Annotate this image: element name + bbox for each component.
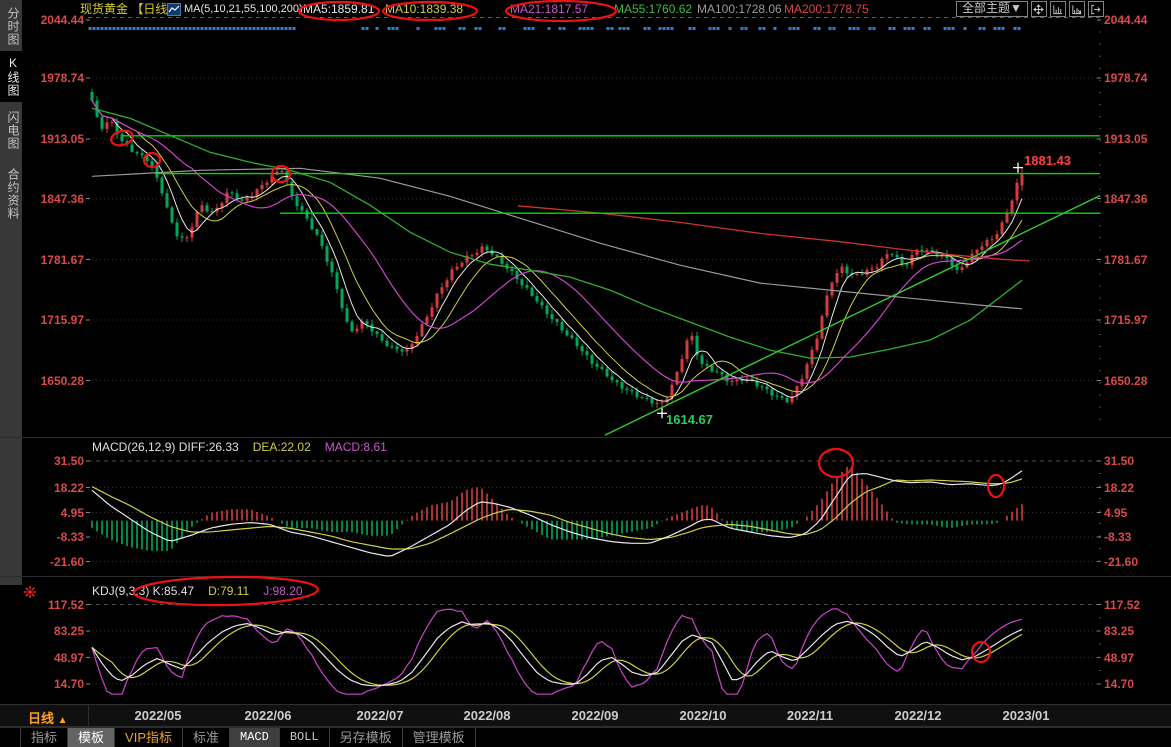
y-axis-label-left: 1781.67 [24,253,84,267]
y-axis-label-right: 1847.36 [1104,192,1168,206]
y-axis-label-right: 31.50 [1104,454,1168,468]
tab-save-as-template[interactable]: 另存模板 [330,728,403,747]
annotation-circle [819,449,853,477]
ma-value-1: MA10:1839.38 [385,0,463,18]
annotation-circle [144,153,160,167]
chart-export-icon[interactable] [1069,1,1085,17]
y-axis-label-right: -21.60 [1104,555,1168,569]
tab-manage-template[interactable]: 管理模板 [403,728,476,747]
date-label: 2022/10 [680,708,727,723]
y-axis-label-left: 31.50 [24,454,84,468]
annotation-circle [272,166,290,182]
exit-icon[interactable] [1088,1,1104,17]
y-axis-label-left: -8.33 [24,530,84,544]
chart-title: 现货黄金 【日线】 [80,0,179,18]
y-axis-label-left: 1650.28 [24,374,84,388]
high-price-label: 1881.43 [1024,153,1071,168]
y-axis-label-right: 117.52 [1104,598,1168,612]
y-axis-label-right: 83.25 [1104,624,1168,638]
ma-value-5: MA200:1778.75 [784,0,869,18]
y-axis-label-right: 14.70 [1104,677,1168,691]
y-axis-label-left: 1978.74 [24,71,84,85]
date-axis-row: 日线 ▲ 2022/05 2022/06 2022/07 2022/08 2022/09… [0,704,1171,727]
bottom-tab-bar: 指标模板VIP指标标准MACDBOLL另存模板管理模板 [0,727,1171,747]
chart-canvas[interactable] [0,0,1171,747]
candlestick-chart-icon [167,0,181,18]
y-axis-label-left: 1847.36 [24,192,84,206]
ma-settings-label: MA(5,10,21,55,100,200) [184,0,303,18]
date-label: 2022/11 [787,708,833,723]
low-price-label: 1614.67 [666,412,713,427]
header-segment: J:98.20 [263,584,302,598]
sidebar-item-contract-info[interactable]: 合约资料 [0,163,22,225]
sidebar-item-lightning-chart[interactable]: 闪电图 [0,106,22,155]
y-axis-label-left: 18.22 [24,481,84,495]
y-axis-label-left: 4.95 [24,506,84,520]
y-axis-label-left: 2044.44 [24,13,84,27]
y-axis-label-left: 1913.05 [24,132,84,146]
ma-value-4: MA100:1728.06 [697,0,782,18]
date-label: 2022/12 [895,708,942,723]
header-segment: D:79.11 [208,584,249,598]
date-label: 2022/05 [135,708,182,723]
period-label: 日线 [28,711,54,726]
date-label: 2022/06 [245,708,292,723]
period-arrow-icon: ▲ [58,715,68,726]
theme-dropdown-button[interactable]: 全部主题▼ [956,1,1028,17]
date-row-divider [88,705,89,726]
ma-value-2: MA21:1817.57 [510,0,588,18]
annotation-circle [110,128,135,147]
y-axis-label-right: 4.95 [1104,506,1168,520]
tab-macd[interactable]: MACD [230,728,280,747]
period-selector[interactable]: 日线 ▲ [28,708,68,727]
date-label: 2023/01 [1003,708,1050,723]
y-axis-label-right: -8.33 [1104,530,1168,544]
y-axis-label-right: 1650.28 [1104,374,1168,388]
y-axis-label-left: 1715.97 [24,313,84,327]
top-bar: 现货黄金 【日线】 MA(5,10,21,55,100,200) MA5:185… [0,0,1171,19]
header-segment: MACD:8.61 [325,440,387,454]
date-label: 2022/08 [464,708,511,723]
y-axis-label-left: 48.97 [24,651,84,665]
annotation-circle [988,475,1004,497]
annotation-circle [972,642,990,662]
y-axis-label-right: 48.97 [1104,651,1168,665]
header-segment: DEA:22.02 [253,440,311,454]
y-axis-label-right: 2044.44 [1104,13,1168,27]
header-segment: MACD(26,12,9) DIFF:26.33 [92,440,239,454]
tab-boll[interactable]: BOLL [280,728,330,747]
tab-indicator[interactable]: 指标 [20,728,68,747]
left-sidebar: 分时图K线图闪电图合约资料 [0,0,22,585]
kdj-header: KDJ(9,3,3) K:85.47 D:79.11 J:98.20 [92,584,317,598]
ma-value-0: MA5:1859.81 [303,0,374,18]
move-icon[interactable] [1031,1,1047,17]
y-axis-label-right: 1978.74 [1104,71,1168,85]
header-segment: KDJ(9,3,3) K:85.47 [92,584,194,598]
y-axis-label-right: 1715.97 [1104,313,1168,327]
y-axis-label-right: 1781.67 [1104,253,1168,267]
chart-axis-icon[interactable] [1050,1,1066,17]
y-axis-label-left: 14.70 [24,677,84,691]
macd-header: MACD(26,12,9) DIFF:26.33 DEA:22.02 MACD:8.… [92,440,401,454]
sidebar-item-kline-chart[interactable]: K线图 [0,51,22,102]
ma-value-3: MA55:1760.62 [614,0,692,18]
tab-template[interactable]: 模板 [68,728,115,747]
y-axis-label-left: 117.52 [24,598,84,612]
y-axis-label-left: 83.25 [24,624,84,638]
date-label: 2022/09 [572,708,619,723]
tab-standard[interactable]: 标准 [183,728,230,747]
tab-vip-indicator[interactable]: VIP指标 [115,728,183,747]
y-axis-label-left: -21.60 [24,555,84,569]
date-label: 2022/07 [357,708,404,723]
y-axis-label-right: 1913.05 [1104,132,1168,146]
y-axis-label-right: 18.22 [1104,481,1168,495]
